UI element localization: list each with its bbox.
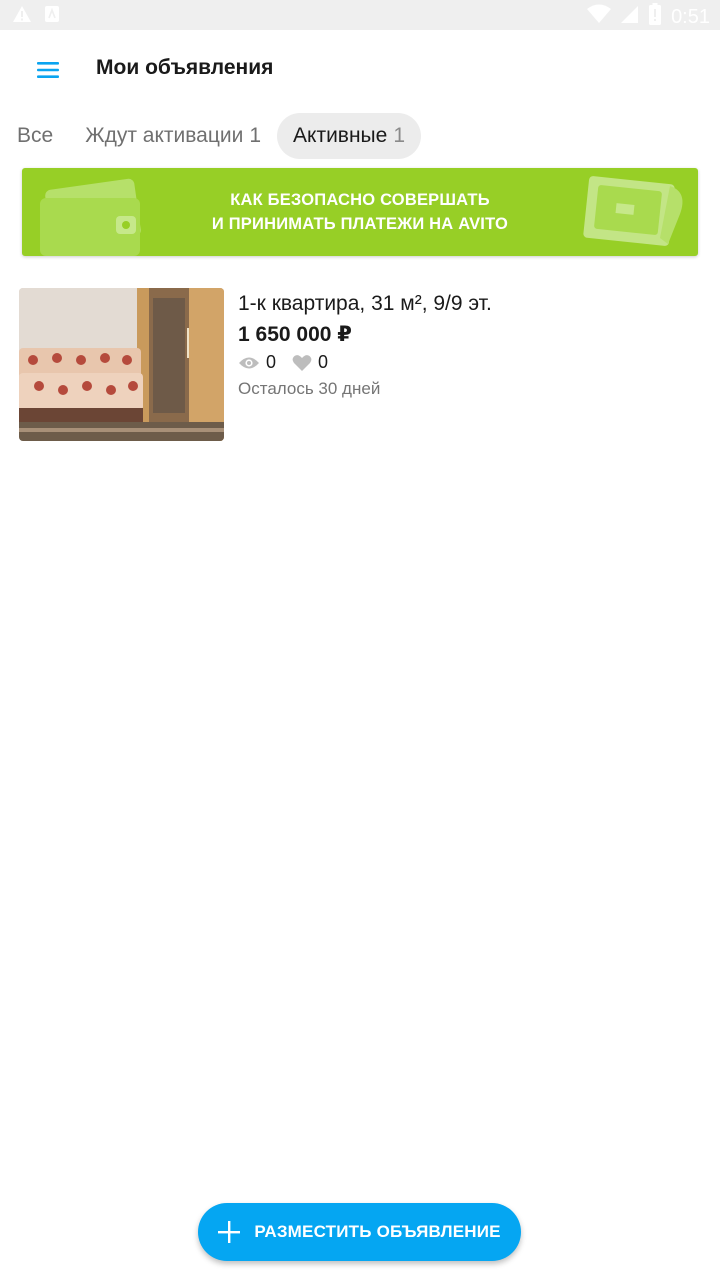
hamburger-menu-icon [37,62,59,78]
filter-tabs: Все Ждут активации 1 Активные 1 [0,112,422,160]
tab-label: Ждут активации [85,124,244,147]
page-title: Мои объявления [96,56,274,79]
listing-title: 1-к квартира, 31 м², 9/9 эт. [238,292,492,315]
safe-payments-banner[interactable]: КАК БЕЗОПАСНО СОВЕРШАТЬ И ПРИНИМАТЬ ПЛАТ… [22,168,698,256]
tab-label: Активные [293,124,388,147]
banner-line-2: И ПРИНИМАТЬ ПЛАТЕЖИ НА AVITO [211,215,509,233]
plus-icon [218,1221,241,1243]
banner-text: КАК БЕЗОПАСНО СОВЕРШАТЬ И ПРИНИМАТЬ ПЛАТ… [22,188,698,236]
signal-icon [621,4,639,29]
banner-line-1: КАК БЕЗОПАСНО СОВЕРШАТЬ [230,191,490,209]
listing-item[interactable]: 1-к квартира, 31 м², 9/9 эт. 1 650 000 ₽… [0,280,720,450]
days-left: Осталось 30 дней [238,379,381,398]
post-ad-button[interactable]: РАЗМЕСТИТЬ ОБЪЯВЛЕНИЕ [198,1203,521,1261]
warning-icon [12,5,32,28]
eye-icon [239,357,259,368]
android-icon [44,5,60,28]
views-count: 0 [266,352,277,372]
favorites-stat: 0 [292,352,328,373]
listing-photo [19,288,224,441]
tab-count: 1 [393,124,406,147]
views-stat: 0 [238,352,276,373]
screen: 0:51 Мои объявления Все Ждут активации 1… [0,0,720,1280]
status-time: 0:51 [671,5,710,28]
post-ad-label: РАЗМЕСТИТЬ ОБЪЯВЛЕНИЕ [254,1222,501,1241]
listing-price: 1 650 000 ₽ [238,323,352,346]
tab-all[interactable]: Все [0,113,69,159]
tab-count: 1 [249,124,262,147]
heart-icon [292,354,312,371]
status-bar: 0:51 [0,0,720,30]
battery-icon [649,3,662,30]
menu-button[interactable] [30,52,66,88]
listing-stats: 0 0 [238,352,344,373]
tab-label: Все [17,124,54,147]
wifi-icon [587,4,612,29]
tab-awaiting-activation[interactable]: Ждут активации 1 [69,113,277,159]
app-bar: Мои объявления [0,30,720,110]
tab-active[interactable]: Активные 1 [277,113,422,159]
favorites-count: 0 [318,352,329,372]
